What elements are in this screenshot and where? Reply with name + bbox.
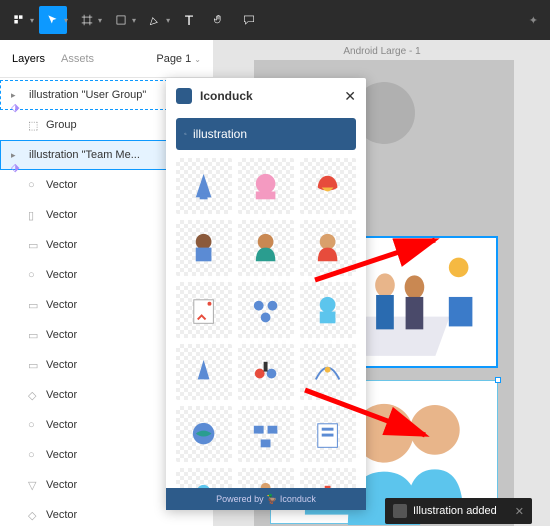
layer-label: Vector — [46, 509, 77, 521]
figma-menu-icon[interactable] — [5, 6, 33, 34]
layer-icon: ○ — [28, 449, 40, 461]
move-tool-icon[interactable] — [39, 6, 67, 34]
text-tool-icon[interactable]: T — [175, 6, 203, 34]
layer-label: illustration "Team Me... — [29, 149, 140, 161]
toast-close-icon[interactable]: ✕ — [515, 505, 524, 518]
layer-icon: ▯ — [28, 209, 40, 221]
result-item[interactable] — [176, 282, 232, 338]
layer-icon: ▭ — [28, 329, 40, 341]
result-item[interactable] — [238, 468, 294, 488]
comment-tool-icon[interactable] — [235, 6, 263, 34]
tab-assets[interactable]: Assets — [61, 53, 94, 65]
layer-icon: ○ — [28, 419, 40, 431]
result-item[interactable] — [238, 406, 294, 462]
result-item[interactable] — [300, 468, 356, 488]
tab-layers[interactable]: Layers — [12, 53, 45, 65]
result-item[interactable] — [238, 282, 294, 338]
sparkle-icon[interactable]: ✦ — [529, 14, 538, 27]
layer-label: Vector — [46, 179, 77, 191]
layer-label: Vector — [46, 329, 77, 341]
result-item[interactable] — [238, 158, 294, 214]
layer-label: illustration "User Group" — [29, 89, 146, 101]
result-item[interactable] — [238, 344, 294, 400]
search-input[interactable] — [176, 118, 356, 150]
layer-icon: ▸ ⬗ — [11, 149, 23, 161]
layer-icon: ⬚ — [28, 119, 40, 131]
result-item[interactable] — [238, 220, 294, 276]
result-item[interactable] — [176, 220, 232, 276]
search-field[interactable] — [193, 127, 348, 141]
layer-label: Vector — [46, 479, 77, 491]
pen-tool-icon[interactable] — [141, 6, 169, 34]
result-item[interactable] — [176, 158, 232, 214]
layer-icon: ▭ — [28, 359, 40, 371]
layer-icon: ○ — [28, 269, 40, 281]
result-item[interactable] — [300, 344, 356, 400]
layer-label: Vector — [46, 299, 77, 311]
panel-footer: Powered by 🦆 Iconduck — [166, 488, 366, 510]
shape-tool-icon[interactable] — [107, 6, 135, 34]
layer-label: Vector — [46, 449, 77, 461]
layer-label: Vector — [46, 389, 77, 401]
top-toolbar: ▾ ▾ ▾ ▾ ▾ T ✦ — [0, 0, 550, 40]
layer-icon: ▸ ⬗ — [11, 89, 23, 101]
search-icon — [184, 127, 187, 141]
layer-icon: ◇ — [28, 509, 40, 521]
chevron-down-icon[interactable]: ▾ — [98, 16, 102, 25]
layer-label: Vector — [46, 239, 77, 251]
frame-label[interactable]: Android Large - 1 — [343, 46, 420, 57]
chevron-down-icon[interactable]: ▾ — [30, 16, 34, 25]
layer-icon: ▭ — [28, 299, 40, 311]
hand-tool-icon[interactable] — [205, 6, 233, 34]
layer-icon: ◇ — [28, 389, 40, 401]
toast-icon — [393, 504, 407, 518]
layer-label: Vector — [46, 209, 77, 221]
results-grid — [166, 158, 366, 488]
chevron-down-icon[interactable]: ▾ — [64, 16, 68, 25]
result-item[interactable] — [300, 158, 356, 214]
result-item[interactable] — [176, 406, 232, 462]
layer-icon: ▽ — [28, 479, 40, 491]
close-icon[interactable]: ✕ — [344, 88, 356, 105]
toast-message: Illustration added — [413, 505, 497, 517]
result-item[interactable] — [300, 282, 356, 338]
layer-icon: ▭ — [28, 239, 40, 251]
chevron-down-icon[interactable]: ▾ — [166, 16, 170, 25]
layer-label: Group — [46, 119, 77, 131]
iconduck-panel: Iconduck ✕ Powered by 🦆 Iconduck — [166, 78, 366, 510]
layer-icon: ○ — [28, 179, 40, 191]
layer-label: Vector — [46, 419, 77, 431]
page-selector[interactable]: Page 1 ⌄ — [156, 53, 201, 65]
layer-label: Vector — [46, 269, 77, 281]
iconduck-logo-icon — [176, 88, 192, 104]
result-item[interactable] — [300, 406, 356, 462]
result-item[interactable] — [300, 220, 356, 276]
result-item[interactable] — [176, 344, 232, 400]
toast-notification: Illustration added ✕ — [385, 498, 532, 524]
layer-label: Vector — [46, 359, 77, 371]
chevron-down-icon[interactable]: ▾ — [132, 16, 136, 25]
result-item[interactable] — [176, 468, 232, 488]
panel-title: Iconduck — [200, 89, 253, 103]
frame-tool-icon[interactable] — [73, 6, 101, 34]
